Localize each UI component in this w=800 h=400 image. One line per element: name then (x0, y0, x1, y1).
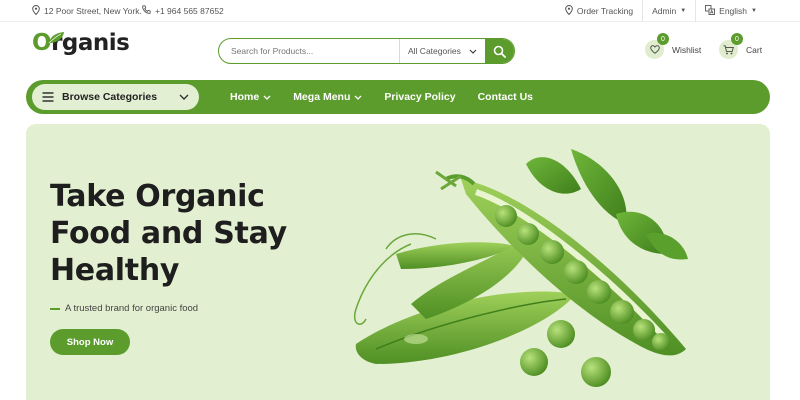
nav-item-label: Privacy Policy (384, 91, 456, 103)
pea (495, 205, 517, 227)
chevron-down-icon (469, 49, 477, 54)
pea (517, 223, 539, 245)
cart-icon (723, 44, 734, 54)
heart-icon (649, 45, 660, 54)
nav-links: Home Mega Menu Privacy Policy Contact Us (230, 80, 555, 114)
wishlist-count-badge: 0 (657, 33, 669, 45)
pea (610, 300, 634, 324)
pea (587, 280, 611, 304)
shop-now-button[interactable]: Shop Now (50, 329, 130, 355)
nav-item-label: Contact Us (477, 91, 534, 103)
caret-down-icon: ▼ (680, 8, 687, 14)
nav-item-mega-menu[interactable]: Mega Menu (293, 91, 362, 103)
chevron-down-icon (263, 95, 271, 100)
map-pin-icon (32, 4, 40, 17)
search-button[interactable] (485, 39, 514, 63)
language-label: English (719, 6, 748, 16)
pod-highlight (404, 334, 428, 344)
wishlist-label: Wishlist (672, 44, 702, 55)
pea (633, 319, 655, 341)
main-nav: Browse Categories Home Mega Menu Privacy… (26, 80, 770, 114)
hero-banner: Take Organic Food and Stay Healthy A tru… (26, 124, 770, 400)
cart-button[interactable]: 0 Cart (719, 33, 763, 59)
nav-item-contact-us[interactable]: Contact Us (478, 91, 533, 103)
address-info: 12 Poor Street, New York. (32, 4, 142, 17)
loose-pea (520, 348, 548, 376)
chevron-down-icon (354, 95, 362, 100)
hero-tagline: A trusted brand for organic food (50, 303, 198, 314)
translate-icon (705, 5, 716, 17)
top-bar: 12 Poor Street, New York. +1 964 565 876… (0, 0, 800, 22)
nav-item-label: Home (230, 91, 260, 103)
order-tracking-link[interactable]: Order Tracking (556, 0, 642, 22)
account-label: Admin (652, 6, 677, 16)
search-input[interactable] (219, 39, 399, 63)
chevron-down-icon (179, 94, 189, 100)
phone-text: +1 964 565 87652 (155, 5, 224, 16)
address-text: 12 Poor Street, New York. (44, 6, 142, 16)
pea (652, 333, 670, 351)
category-selected: All Categories (408, 46, 461, 56)
nav-item-home[interactable]: Home (230, 91, 271, 103)
tagline-dash (50, 307, 60, 310)
hero-headline-line: Food and Stay (50, 216, 287, 251)
pea (540, 240, 564, 264)
leaf-shape (526, 157, 581, 194)
location-pin-icon (565, 4, 573, 17)
wishlist-icon-wrap: 0 (645, 33, 669, 59)
shop-now-label: Shop Now (66, 336, 114, 348)
hero-headline-line: Healthy (50, 253, 180, 288)
nav-item-privacy-policy[interactable]: Privacy Policy (384, 91, 455, 103)
phone-icon (142, 5, 151, 16)
pea-pods-image (354, 149, 688, 387)
hero-headline: Take Organic Food and Stay Healthy (50, 178, 287, 289)
account-dropdown[interactable]: Admin ▼ (642, 0, 695, 22)
cart-label: Cart (746, 44, 763, 55)
search-icon (493, 45, 506, 58)
loose-pea (581, 357, 611, 387)
phone-info: +1 964 565 87652 (142, 5, 224, 16)
language-dropdown[interactable]: English ▼ (695, 0, 766, 22)
wishlist-button[interactable]: 0 Wishlist (645, 33, 702, 59)
pea (564, 260, 588, 284)
order-tracking-label: Order Tracking (576, 6, 634, 16)
hero-tagline-text: A trusted brand for organic food (65, 303, 199, 314)
cart-icon-wrap: 0 (719, 33, 743, 59)
cart-count-badge: 0 (731, 33, 743, 45)
caret-down-icon: ▼ (751, 8, 757, 14)
hero-headline-line: Take Organic (50, 179, 265, 214)
leaf-icon (48, 32, 64, 44)
browse-categories-label: Browse Categories (62, 91, 158, 103)
browse-categories-button[interactable]: Browse Categories (32, 84, 199, 110)
category-select[interactable]: All Categories (399, 39, 485, 63)
hamburger-menu-icon (42, 92, 54, 102)
loose-pea (547, 320, 575, 348)
nav-item-label: Mega Menu (293, 91, 351, 103)
search-bar: All Categories (218, 38, 515, 64)
